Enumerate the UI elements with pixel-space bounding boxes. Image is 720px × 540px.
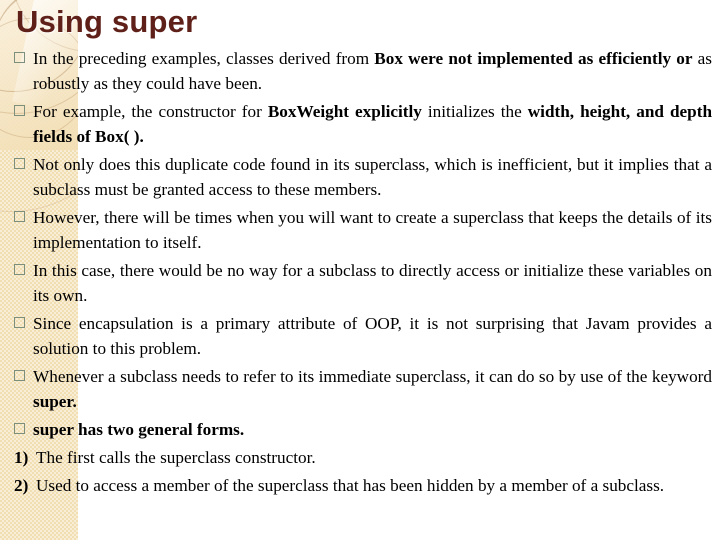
numbered-item-marker: 1) bbox=[14, 448, 29, 467]
bullet-item-text: super has two general forms. bbox=[33, 417, 712, 442]
body-text: Whenever a subclass needs to refer to it… bbox=[33, 367, 712, 386]
bullet-item-text: Whenever a subclass needs to refer to it… bbox=[33, 364, 712, 414]
body-text: initializes the bbox=[421, 102, 528, 121]
body-text: In the preceding examples, classes deriv… bbox=[33, 49, 375, 68]
body-text: Since encapsulation is a primary attribu… bbox=[33, 314, 712, 358]
hollow-square-bullet-icon bbox=[14, 264, 25, 275]
hollow-square-bullet-icon bbox=[14, 105, 25, 116]
body-text: Not only does this duplicate code found … bbox=[33, 155, 712, 199]
hollow-square-bullet-icon bbox=[14, 423, 25, 434]
numbered-item-text: Used to access a member of the superclas… bbox=[36, 473, 712, 498]
body-text: In this case, there would be no way for … bbox=[33, 261, 712, 305]
bullet-item: However, there will be times when you wi… bbox=[14, 205, 712, 255]
slide-body: In the preceding examples, classes deriv… bbox=[14, 46, 712, 501]
bullet-list: In the preceding examples, classes deriv… bbox=[14, 46, 712, 442]
hollow-square-bullet-icon bbox=[14, 370, 25, 381]
emphasis-text: super. bbox=[33, 392, 77, 411]
hollow-square-bullet-icon bbox=[14, 158, 25, 169]
emphasis-text: Box were not implemented as efficiently … bbox=[374, 49, 693, 68]
emphasis-text: BoxWeight explicitly bbox=[267, 102, 422, 121]
emphasis-text: super has two general forms. bbox=[33, 420, 245, 439]
bullet-item-text: Not only does this duplicate code found … bbox=[33, 152, 712, 202]
body-text: However, there will be times when you wi… bbox=[33, 208, 712, 252]
page-title: Using super bbox=[16, 4, 198, 39]
numbered-list: 1) The first calls the superclass constru… bbox=[14, 445, 712, 498]
body-text: For example, the constructor for bbox=[33, 102, 268, 121]
hollow-square-bullet-icon bbox=[14, 52, 25, 63]
bullet-item-text: In this case, there would be no way for … bbox=[33, 258, 712, 308]
numbered-item: 1) The first calls the superclass constru… bbox=[14, 445, 712, 470]
bullet-item: Since encapsulation is a primary attribu… bbox=[14, 311, 712, 361]
hollow-square-bullet-icon bbox=[14, 211, 25, 222]
bullet-item: super has two general forms. bbox=[14, 417, 712, 442]
bullet-item: Not only does this duplicate code found … bbox=[14, 152, 712, 202]
hollow-square-bullet-icon bbox=[14, 317, 25, 328]
slide: Using super In the preceding examples, c… bbox=[0, 0, 720, 540]
numbered-item-marker: 2) bbox=[14, 476, 29, 495]
numbered-item-text: The first calls the superclass construct… bbox=[36, 445, 712, 470]
bullet-item-text: In the preceding examples, classes deriv… bbox=[33, 46, 712, 96]
bullet-item: For example, the constructor for BoxWeig… bbox=[14, 99, 712, 149]
bullet-item: In the preceding examples, classes deriv… bbox=[14, 46, 712, 96]
bullet-item: Whenever a subclass needs to refer to it… bbox=[14, 364, 712, 414]
bullet-item-text: However, there will be times when you wi… bbox=[33, 205, 712, 255]
bullet-item-text: Since encapsulation is a primary attribu… bbox=[33, 311, 712, 361]
body-text: Used to access a member of the superclas… bbox=[36, 476, 665, 495]
bullet-item: In this case, there would be no way for … bbox=[14, 258, 712, 308]
bullet-item-text: For example, the constructor for BoxWeig… bbox=[33, 99, 712, 149]
numbered-item: 2) Used to access a member of the supercl… bbox=[14, 473, 712, 498]
body-text: The first calls the superclass construct… bbox=[36, 448, 316, 467]
